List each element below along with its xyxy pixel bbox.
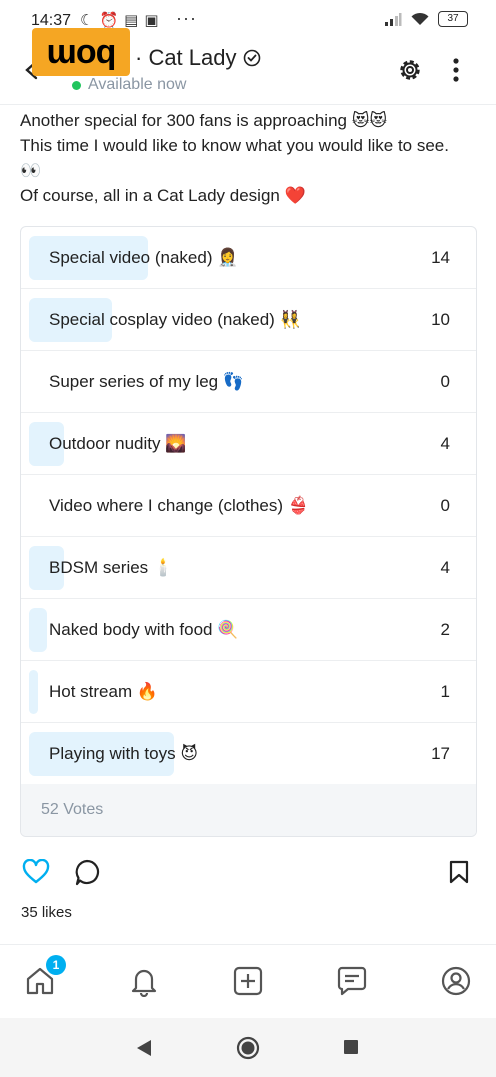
poll-option-count: 4 <box>440 434 450 453</box>
poll-option-label: Video where I change (clothes) 👙 <box>49 496 309 515</box>
poll-option-label: BDSM series 🕯️ <box>49 558 175 577</box>
poll-option[interactable]: Outdoor nudity 🌄 4 <box>21 413 476 475</box>
post-line: 👀 <box>20 161 42 180</box>
poll-option[interactable]: Playing with toys 😈 17 <box>21 723 476 785</box>
nav-new-post[interactable] <box>232 965 264 1002</box>
poll-option-bar <box>29 608 47 652</box>
post-line: This time I would like to know what you … <box>20 136 449 155</box>
likes-count[interactable]: 35 likes <box>21 904 72 921</box>
signal-icon <box>385 13 402 26</box>
gear-icon[interactable] <box>396 56 424 84</box>
poll-option[interactable]: Video where I change (clothes) 👙 0 <box>21 475 476 537</box>
poll-option-bar <box>29 670 38 714</box>
poll-option-label: Special cosplay video (naked) 👯‍♀️ <box>49 310 301 329</box>
moon-icon: ☾ <box>80 12 94 29</box>
post-text: Another special for 300 fans is approach… <box>20 108 480 208</box>
add-post-icon <box>233 966 263 996</box>
poll-option-count: 2 <box>440 620 450 639</box>
battery-icon: 37 <box>438 11 468 27</box>
presence-status: Available now <box>72 76 186 94</box>
more-notifications-icon: ··· <box>176 8 197 28</box>
heart-icon[interactable] <box>22 859 50 885</box>
watermark-logo: ɯoq <box>32 28 130 76</box>
poll: Special video (naked) 👩‍⚕️ 14 Special co… <box>20 226 477 837</box>
poll-option-label: Outdoor nudity 🌄 <box>49 434 187 453</box>
poll-option-count: 1 <box>440 682 450 701</box>
comment-icon[interactable] <box>74 859 100 887</box>
poll-votes-total: 52 Votes <box>41 801 104 818</box>
poll-option[interactable]: Special video (naked) 👩‍⚕️ 14 <box>21 227 476 289</box>
poll-option-count: 17 <box>431 744 450 763</box>
bell-icon <box>131 969 157 998</box>
nav-notifications[interactable] <box>128 965 160 1002</box>
alarm-icon: ⏰ <box>99 12 119 29</box>
bookmark-icon[interactable] <box>449 860 469 884</box>
poll-option-label: Special video (naked) 👩‍⚕️ <box>49 248 239 267</box>
system-back-icon[interactable] <box>136 1039 152 1057</box>
poll-option[interactable]: Special cosplay video (naked) 👯‍♀️ 10 <box>21 289 476 351</box>
poll-option-count: 4 <box>440 558 450 577</box>
creator-name[interactable]: · Cat Lady <box>135 45 261 71</box>
post-line: Another special for 300 fans is approach… <box>20 111 388 130</box>
bottom-nav: 1 <box>0 944 496 1019</box>
more-vertical-icon[interactable] <box>446 56 466 84</box>
poll-option[interactable]: Naked body with food 🍭 2 <box>21 599 476 661</box>
status-right: 37 <box>384 11 468 27</box>
poll-option-label: Playing with toys 😈 <box>49 744 199 763</box>
poll-option[interactable]: Hot stream 🔥 1 <box>21 661 476 723</box>
header-divider <box>0 104 496 105</box>
wifi-icon <box>411 12 429 25</box>
system-home-icon[interactable] <box>236 1036 260 1060</box>
profile-icon <box>441 966 471 996</box>
poll-option-label: Super series of my leg 👣 <box>49 372 245 391</box>
system-navigation-bar <box>0 1018 496 1077</box>
note-icon: ▤ <box>124 12 139 29</box>
messages-icon <box>337 966 367 996</box>
verified-icon <box>243 49 260 67</box>
poll-option-label: Hot stream 🔥 <box>49 682 159 701</box>
poll-option[interactable]: Super series of my leg 👣 0 <box>21 351 476 413</box>
nav-profile[interactable] <box>440 965 472 1002</box>
online-dot <box>72 80 81 90</box>
poll-option[interactable]: BDSM series 🕯️ 4 <box>21 537 476 599</box>
poll-option-count: 14 <box>431 248 450 267</box>
nav-messages[interactable] <box>336 965 368 1002</box>
nav-home[interactable]: 1 <box>24 955 66 1002</box>
poll-option-label: Naked body with food 🍭 <box>49 620 239 639</box>
system-recents-icon[interactable] <box>344 1040 358 1054</box>
creator-name-text[interactable]: · Cat Lady <box>135 45 237 71</box>
poll-option-count: 0 <box>440 372 450 391</box>
poll-footer: 52 Votes <box>21 784 476 836</box>
poll-option-count: 10 <box>431 310 450 329</box>
status-notification-icons: ☾ ⏰ ▤ ▣ <box>80 11 159 29</box>
post-line: Of course, all in a Cat Lady design ❤️ <box>20 186 306 205</box>
home-notification-badge: 1 <box>46 955 66 975</box>
app-icon: ▣ <box>144 12 159 29</box>
poll-option-count: 0 <box>440 496 450 515</box>
presence-text: Available now <box>88 76 187 93</box>
